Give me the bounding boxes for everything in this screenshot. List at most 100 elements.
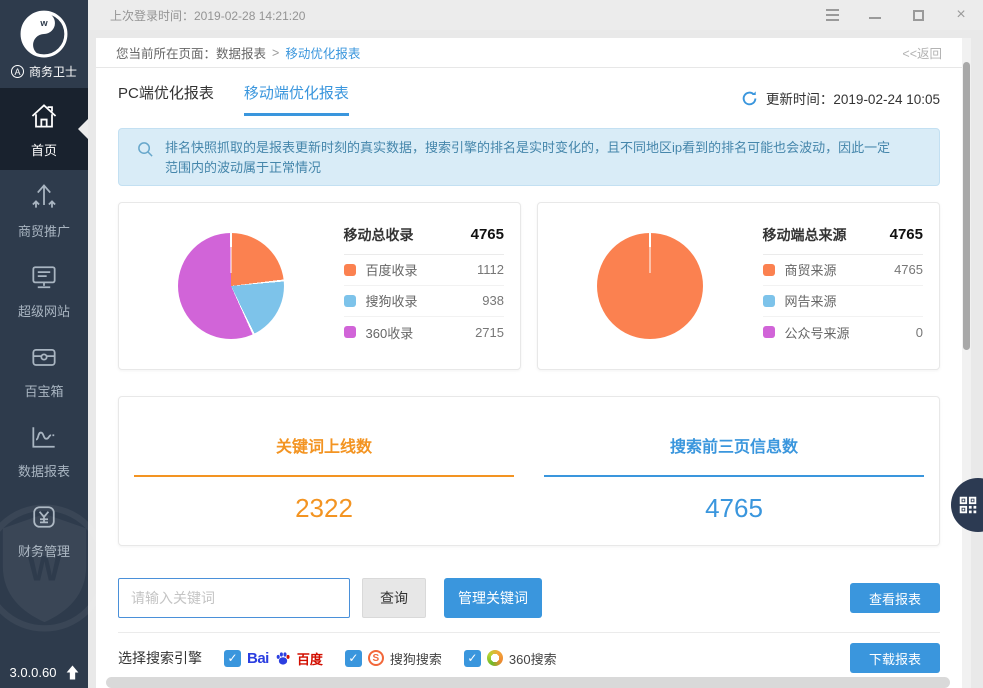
stats-card: 关键词上线数 2322 搜索前三页信息数 4765 [118,396,940,546]
legend-item: 网告来源 [763,286,923,317]
app-logo-icon: w [19,9,69,59]
360-label: 360搜索 [509,649,557,668]
keyword-input[interactable] [118,578,350,618]
sidebar-item-label: 商贸推广 [18,221,70,240]
svg-text:w: w [39,18,48,28]
legend-item: 百度收录 1112 [344,255,504,286]
notice-banner: 排名快照抓取的是报表更新时刻的真实数据，搜索引擎的排名是实时变化的，且不同地区i… [118,128,940,186]
brand-name: 商务卫士 [29,63,77,80]
upgrade-arrow-icon[interactable] [66,665,79,680]
breadcrumb-prefix: 您当前所在页面：数据报表 [116,43,266,62]
notice-text: 排名快照抓取的是报表更新时刻的真实数据，搜索引擎的排名是实时变化的，且不同地区i… [165,138,903,176]
download-report-button[interactable]: 下载报表 [850,643,940,673]
pie-wrap [119,233,344,339]
legend-total: 4765 [890,226,923,243]
legend-title: 移动端总来源 [763,225,847,245]
pie-cards-row: 移动总收录 4765 百度收录 1112 搜狗收录 938 360收录 2715 [118,202,940,370]
vertical-scrollbar-track[interactable] [962,38,971,688]
engine-360[interactable]: ✓ 360搜索 [464,649,557,668]
active-item-arrow [78,119,88,139]
version-row: 3.0.0.60 [0,665,88,680]
sidebar-item-toolbox[interactable]: 百宝箱 [0,330,88,410]
breadcrumb-separator: > [272,46,279,60]
legend-title: 移动总收录 [344,225,414,245]
maximize-icon[interactable] [910,7,926,23]
tab-pc-report[interactable]: PC端优化报表 [118,81,214,116]
sidebar-item-finance[interactable]: 财务管理 [0,490,88,570]
legend: 移动总收录 4765 百度收录 1112 搜狗收录 938 360收录 2715 [344,225,504,348]
pie-wrap [538,233,763,339]
legend-chip [344,264,356,276]
checkbox-checked-icon[interactable]: ✓ [224,650,241,667]
view-report-button[interactable]: 查看报表 [850,583,940,613]
back-link[interactable]: <<返回 [902,43,942,62]
brand-badge-icon: A [11,65,24,78]
stat-title: 搜索前三页信息数 [670,433,798,457]
legend-value: 0 [916,325,923,340]
keyword-toolbar: 查询 管理关键词 查看报表 [118,578,940,618]
breadcrumb-current: 移动优化报表 [285,43,360,62]
mobile-index-card: 移动总收录 4765 百度收录 1112 搜狗收录 938 360收录 2715 [118,202,521,370]
minimize-icon[interactable] [867,7,883,23]
legend-label: 商贸来源 [785,260,837,279]
tab-mobile-report[interactable]: 移动端优化报表 [244,81,349,116]
baidu-paw-icon [275,651,291,666]
legend-label: 公众号来源 [785,323,850,342]
360-logo-icon [487,650,503,666]
update-time-wrap: 更新时间：2019-02-24 10:05 [741,88,940,108]
sidebar-nav: 首页 商贸推广 超级网站 百宝箱 [0,88,88,570]
legend-item: 商贸来源 4765 [763,255,923,286]
mobile-index-pie-chart [178,233,284,339]
sidebar-item-home[interactable]: 首页 [0,88,88,170]
legend-value: 2715 [475,325,504,340]
checkbox-checked-icon[interactable]: ✓ [345,650,362,667]
sidebar-item-label: 首页 [31,140,57,159]
sidebar-item-label: 超级网站 [18,301,70,320]
legend-value: 4765 [894,262,923,277]
legend-chip [763,326,775,338]
refresh-icon[interactable] [741,90,758,107]
query-button[interactable]: 查询 [362,578,426,618]
sidebar: w A 商务卫士 首页 商贸推广 [0,0,88,688]
legend: 移动端总来源 4765 商贸来源 4765 网告来源 公众号来源 0 [763,225,923,348]
sidebar-item-label: 财务管理 [18,541,70,560]
manage-keywords-button[interactable]: 管理关键词 [444,578,542,618]
qr-code-icon [957,494,979,516]
engine-sogou[interactable]: ✓ S 搜狗搜索 [345,649,442,668]
brand-row: A 商务卫士 [0,63,88,88]
legend-total: 4765 [471,226,504,243]
sidebar-item-reports[interactable]: 数据报表 [0,410,88,490]
main-panel: 您当前所在页面：数据报表 > 移动优化报表 <<返回 PC端优化报表 移动端优化… [96,38,962,688]
stat-value: 2322 [295,493,353,524]
search-engine-row: 选择搜索引擎 ✓ Bai 百度 ✓ S 搜狗搜索 ✓ 360搜索 下载报表 [118,643,940,673]
legend-item: 搜狗收录 938 [344,286,504,317]
legend-chip [344,326,356,338]
legend-item: 公众号来源 0 [763,317,923,348]
search-icon [137,141,154,158]
sidebar-item-promotion[interactable]: 商贸推广 [0,170,88,250]
update-time: 更新时间：2019-02-24 10:05 [766,88,940,108]
baidu-logo-cn: 百度 [297,649,323,668]
version-number: 3.0.0.60 [10,665,57,680]
legend-item: 360收录 2715 [344,317,504,348]
keywords-online-stat: 关键词上线数 2322 [119,433,529,545]
engine-baidu[interactable]: ✓ Bai 百度 [224,649,323,668]
checkbox-checked-icon[interactable]: ✓ [464,650,481,667]
legend-label: 360收录 [366,323,414,342]
sidebar-item-label: 百宝箱 [24,381,63,400]
breadcrumb: 您当前所在页面：数据报表 > 移动优化报表 <<返回 [96,38,962,68]
legend-label: 搜狗收录 [366,291,418,310]
sidebar-item-website[interactable]: 超级网站 [0,250,88,330]
sidebar-item-label: 数据报表 [18,461,70,480]
last-login-time: 上次登录时间：2019-02-28 14:21:20 [110,7,305,24]
vertical-scrollbar-thumb[interactable] [963,62,970,350]
close-icon[interactable]: × [953,7,969,23]
horizontal-scrollbar[interactable] [106,677,950,688]
menu-icon[interactable] [824,7,840,23]
legend-chip [763,264,775,276]
legend-value: 938 [482,293,504,308]
stat-title: 关键词上线数 [276,433,372,457]
baidu-logo: Bai [247,650,269,667]
stat-underline [134,475,514,477]
legend-chip [344,295,356,307]
